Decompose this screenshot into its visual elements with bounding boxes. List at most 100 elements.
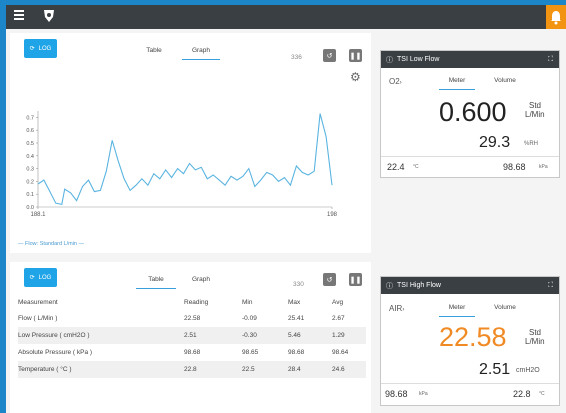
reset-button[interactable]: ↺ — [323, 49, 336, 62]
pause-icon: ❚❚ — [349, 52, 362, 60]
table-cell: 1.29 — [332, 327, 366, 344]
table-cell: 98.68 — [184, 349, 201, 356]
y-tick-label: 0.5 — [26, 141, 34, 147]
pressure-reading: 98.68 — [385, 389, 408, 399]
reset-button[interactable]: ↺ — [323, 273, 336, 286]
gear-icon[interactable]: ⚙ — [350, 70, 361, 84]
pressure-diff-reading: 2.51 — [479, 361, 511, 378]
card-header: ⓘ TSI High Flow ⛶ — [381, 277, 559, 294]
measurement-table: Measurement Reading Min Max Avg Flow ( L… — [18, 294, 366, 378]
column-header: Min — [242, 298, 253, 306]
info-icon: ⓘ — [386, 56, 393, 64]
tsi-logo-icon — [44, 10, 54, 22]
flow-chart: 0.7 0.6 0.5 0.4 0.3 0.2 0.1 0.0188.1 198 — [26, 111, 338, 218]
pressure-reading: 98.68 — [503, 162, 526, 172]
table-cell: 98.68 — [288, 349, 305, 356]
pause-button[interactable]: ❚❚ — [349, 273, 362, 286]
tab-graph[interactable]: Graph — [182, 47, 220, 60]
table-cell: 24.6 — [332, 361, 366, 378]
hamburger-icon[interactable] — [14, 10, 24, 22]
x-tick-label: 188.1 — [30, 212, 46, 218]
table-cell: 25.41 — [288, 315, 305, 322]
chart-legend: — Flow: Standard L/min — — [18, 241, 85, 247]
low-flow-card: ⓘ TSI Low Flow ⛶ O2› Meter Volume 0.600 … — [380, 50, 560, 178]
notification-button[interactable] — [546, 5, 566, 29]
flow-unit-top: Std — [529, 101, 542, 110]
pause-button[interactable]: ❚❚ — [349, 49, 362, 62]
dashboard: ⟳ LOG Table Graph 336 ↺ ❚❚ ⚙ 0.7 0.6 0.5 0.… — [6, 29, 566, 413]
gas-label: AIR — [389, 304, 403, 313]
sample-count: 336 — [291, 54, 302, 61]
chevron-right-icon: › — [402, 307, 405, 313]
flow-reading: 0.600 — [439, 97, 507, 127]
table-cell: Absolute Pressure ( kPa ) — [18, 349, 93, 356]
column-header: Reading — [184, 298, 209, 306]
chevron-right-icon: › — [399, 80, 402, 86]
table-row: Low Pressure ( cmH2O ) 2.51 -0.30 5.46 1… — [18, 327, 366, 344]
log-label: LOG — [38, 274, 52, 281]
sample-count: 330 — [293, 281, 304, 288]
reset-icon: ↺ — [326, 276, 333, 284]
expand-icon[interactable]: ⛶ — [548, 56, 553, 64]
table-panel: ⟳ LOG Table Graph 330 ↺ ❚❚ Measurement R… — [10, 262, 371, 413]
y-tick-label: 0.1 — [26, 192, 34, 198]
y-tick-label: 0.4 — [26, 154, 34, 160]
pause-icon: ❚❚ — [349, 276, 362, 284]
y-tick-label: 0.0 — [26, 205, 34, 211]
table-row: Flow ( L/Min ) 22.58 -0.09 25.41 2.67 — [18, 310, 366, 327]
tab-table[interactable]: Table — [136, 276, 176, 289]
gas-label: O2 — [389, 77, 400, 86]
log-button[interactable]: ⟳ LOG — [24, 268, 57, 287]
flow-unit-bottom: L/Min — [525, 110, 545, 119]
humidity-unit: %RH — [524, 141, 539, 147]
table-cell: 22.5 — [242, 361, 288, 378]
temperature-unit: °C — [539, 391, 545, 397]
table-cell: Flow ( L/Min ) — [18, 315, 58, 322]
log-label: LOG — [38, 45, 52, 52]
temperature-reading: 22.8 — [513, 389, 531, 399]
gas-selector[interactable]: AIR› — [389, 304, 404, 313]
card-footer: 22.4 °C 98.68 kPa — [381, 156, 559, 177]
x-tick-label: 198 — [327, 212, 338, 218]
table-cell: 5.46 — [288, 327, 332, 344]
temperature-unit: °C — [413, 164, 419, 170]
table-cell: 28.4 — [288, 361, 332, 378]
column-header: Measurement — [18, 298, 58, 306]
column-header: Max — [288, 298, 301, 306]
card-title: TSI Low Flow — [397, 56, 440, 63]
reset-icon: ↺ — [326, 52, 333, 60]
table-cell: 22.8 — [184, 361, 242, 378]
pressure-unit: kPa — [419, 391, 428, 397]
tab-meter[interactable]: Meter — [439, 304, 475, 317]
table-cell: Temperature ( °C ) — [18, 361, 184, 378]
table-cell: 98.65 — [242, 349, 259, 356]
table-row: Absolute Pressure ( kPa ) 98.68 98.65 98… — [18, 344, 366, 361]
table-cell: -0.30 — [242, 327, 288, 344]
tab-graph[interactable]: Graph — [182, 276, 220, 288]
pressure-unit: kPa — [539, 164, 548, 170]
table-cell: 22.58 — [184, 315, 201, 322]
tab-meter[interactable]: Meter — [439, 77, 475, 90]
expand-icon[interactable]: ⛶ — [548, 282, 553, 290]
flow-unit-top: Std — [529, 328, 542, 337]
tab-volume[interactable]: Volume — [485, 304, 525, 316]
flow-reading: 22.58 — [439, 322, 507, 352]
card-title: TSI High Flow — [397, 282, 441, 289]
refresh-icon: ⟳ — [29, 275, 35, 281]
y-tick-label: 0.3 — [26, 167, 34, 173]
series-line — [37, 113, 333, 206]
flow-unit-bottom: L/Min — [525, 337, 545, 346]
humidity-reading: 29.3 — [479, 134, 511, 151]
high-flow-card: ⓘ TSI High Flow ⛶ AIR› Meter Volume 22.5… — [380, 276, 560, 406]
refresh-icon: ⟳ — [29, 46, 35, 52]
card-footer: 98.68 kPa 22.8 °C — [381, 383, 559, 404]
tab-volume[interactable]: Volume — [485, 77, 525, 89]
gas-selector[interactable]: O2› — [389, 77, 402, 86]
tab-table[interactable]: Table — [134, 47, 174, 59]
table-cell: 2.51 — [184, 327, 242, 344]
log-button[interactable]: ⟳ LOG — [24, 39, 57, 58]
column-header: Avg — [332, 298, 344, 306]
table-cell: Low Pressure ( cmH2O ) — [18, 327, 184, 344]
info-icon: ⓘ — [386, 282, 393, 290]
pressure-diff-unit: cmH2O — [516, 367, 540, 374]
